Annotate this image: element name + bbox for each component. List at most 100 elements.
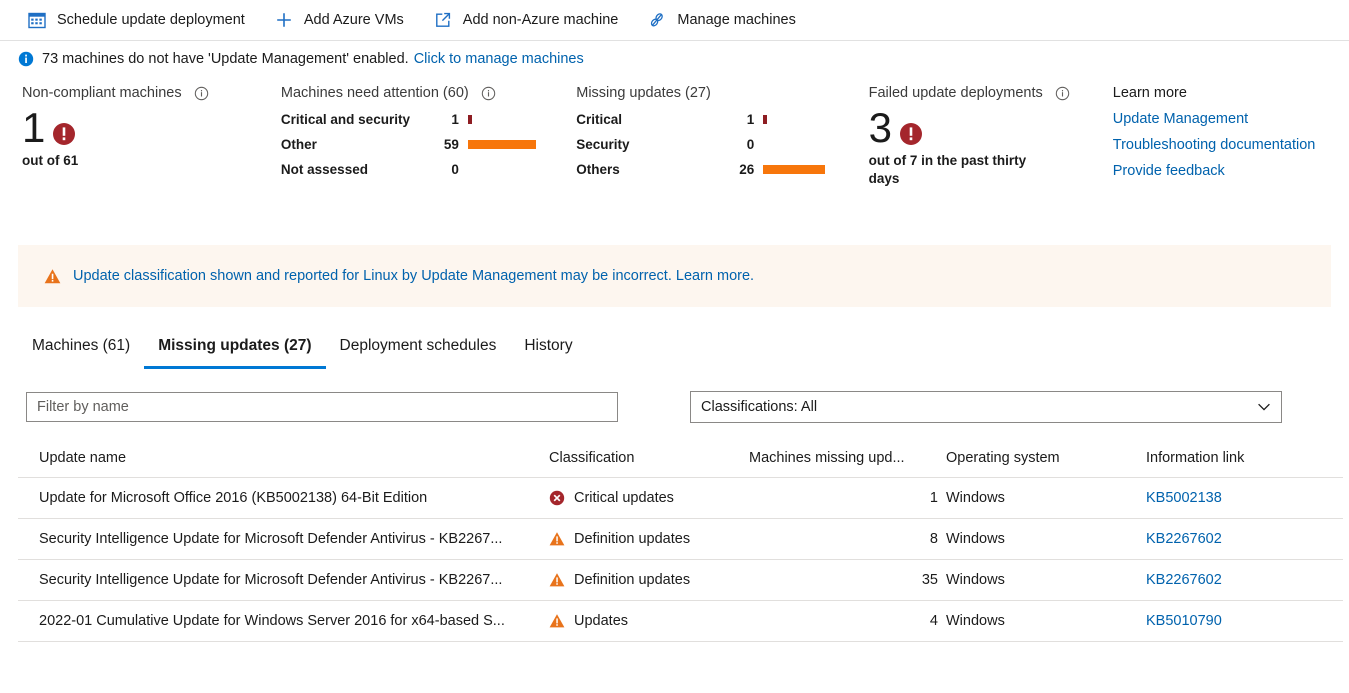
manage-machines-button[interactable]: Manage machines	[642, 4, 808, 36]
cell-update-name: Update for Microsoft Office 2016 (KB5002…	[18, 477, 549, 519]
failed-deployments-value-row: 3	[869, 107, 1113, 149]
metric-row: Security 0	[576, 132, 868, 157]
cell-classification: Updates	[549, 600, 749, 642]
info-circle-icon[interactable]	[194, 86, 209, 101]
missing-updates-table: Update name Classification Machines miss…	[18, 450, 1343, 642]
tile-learn-more: Learn more Update Management Troubleshoo…	[1113, 85, 1349, 223]
missing-updates-title-text: Missing updates (27)	[576, 85, 711, 101]
summary-tiles: Non-compliant machines 1 out of 61 Machi…	[0, 73, 1349, 223]
add-non-azure-machine-button[interactable]: Add non-Azure machine	[428, 4, 631, 36]
learn-more-link-provide-feedback[interactable]: Provide feedback	[1113, 163, 1349, 179]
content-tabs: Machines (61) Missing updates (27) Deplo…	[0, 307, 1349, 369]
cell-machines-missing: 1	[749, 477, 946, 519]
add-azure-vms-button[interactable]: Add Azure VMs	[269, 4, 416, 36]
cell-machines-missing: 8	[749, 518, 946, 560]
schedule-update-deployment-label: Schedule update deployment	[57, 12, 245, 28]
metric-row: Critical and security 1	[281, 107, 576, 132]
metric-bar	[467, 115, 472, 124]
tab-history[interactable]: History	[510, 337, 586, 369]
cell-operating-system: Windows	[946, 518, 1146, 560]
classification-label: Critical updates	[574, 490, 674, 506]
cell-information-link: KB2267602	[1146, 518, 1343, 560]
classification-label: Updates	[574, 613, 629, 629]
column-header-machines-missing-updates[interactable]: Machines missing upd...	[749, 450, 946, 478]
kb-link[interactable]: KB2267602	[1146, 531, 1222, 547]
error-badge-icon	[52, 122, 76, 146]
tile-machines-need-attention: Machines need attention (60) Critical an…	[281, 85, 576, 223]
failed-deployments-title-text: Failed update deployments	[868, 85, 1043, 101]
tab-missing-updates[interactable]: Missing updates (27)	[144, 337, 326, 369]
metric-bar	[467, 140, 536, 149]
column-header-information-link[interactable]: Information link	[1146, 450, 1343, 478]
cell-machines-missing: 35	[749, 559, 946, 601]
classification-label: Definition updates	[574, 572, 691, 588]
tile-missing-updates: Missing updates (27) Critical 1 Security…	[576, 85, 868, 223]
metric-value: 1	[451, 112, 459, 127]
add-azure-vms-label: Add Azure VMs	[303, 12, 404, 28]
cell-information-link: KB5010790	[1146, 600, 1343, 642]
classifications-select[interactable]: Classifications: All	[690, 391, 1282, 423]
chevron-down-icon	[1256, 399, 1272, 415]
table-header-row: Update name Classification Machines miss…	[18, 450, 1343, 478]
column-header-classification[interactable]: Classification	[549, 450, 749, 478]
missing-updates-table-wrapper: Update name Classification Machines miss…	[0, 423, 1349, 642]
info-strip: 73 machines do not have 'Update Manageme…	[0, 41, 1349, 73]
metric-label: Critical and security	[280, 112, 410, 127]
tile-non-compliant-machines: Non-compliant machines 1 out of 61	[22, 85, 281, 223]
error-badge-icon	[899, 122, 923, 146]
metric-bar	[763, 165, 826, 174]
learn-more-title: Learn more	[1112, 85, 1187, 101]
metric-label: Not assessed	[280, 162, 368, 177]
learn-more-link-update-management[interactable]: Update Management	[1113, 111, 1349, 127]
metric-value: 59	[443, 137, 459, 152]
metric-row: Others 26	[576, 157, 868, 182]
warning-triangle-icon	[549, 613, 565, 629]
filter-by-name-input[interactable]	[26, 392, 618, 422]
metric-label: Security	[576, 137, 630, 152]
cell-information-link: KB5002138	[1146, 477, 1343, 519]
tab-deployment-schedules[interactable]: Deployment schedules	[326, 337, 511, 369]
kb-link[interactable]: KB5010790	[1146, 613, 1222, 629]
column-header-update-name[interactable]: Update name	[18, 450, 549, 478]
tile-title: Non-compliant machines	[22, 85, 281, 101]
tile-title: Machines need attention (60)	[281, 85, 576, 101]
cell-classification: Definition updates	[549, 559, 749, 601]
kb-link[interactable]: KB2267602	[1146, 572, 1222, 588]
needs-attention-title-text: Machines need attention (60)	[280, 85, 469, 101]
filter-row: Classifications: All	[0, 369, 1349, 423]
classification-label: Definition updates	[574, 531, 691, 547]
metric-label: Others	[576, 162, 620, 177]
info-circle-icon[interactable]	[1055, 86, 1070, 101]
metric-value: 26	[739, 162, 755, 177]
table-row[interactable]: 2022-01 Cumulative Update for Windows Se…	[18, 600, 1343, 642]
info-icon	[18, 51, 34, 67]
non-compliant-subtext: out of 61	[22, 153, 79, 168]
cell-update-name: Security Intelligence Update for Microso…	[18, 518, 549, 560]
learn-more-link-troubleshooting-documentation[interactable]: Troubleshooting documentation	[1113, 137, 1349, 153]
table-row[interactable]: Update for Microsoft Office 2016 (KB5002…	[18, 477, 1343, 519]
metric-label: Other	[280, 137, 317, 152]
metric-label: Critical	[576, 112, 623, 127]
metric-value: 1	[746, 112, 755, 127]
linux-classification-warning-banner: Update classification shown and reported…	[18, 245, 1331, 307]
manage-machines-label: Manage machines	[677, 12, 796, 28]
cell-operating-system: Windows	[946, 600, 1146, 642]
calendar-icon	[26, 9, 48, 31]
critical-error-icon	[549, 490, 565, 506]
plug-connector-icon	[646, 9, 668, 31]
warning-triangle-icon	[44, 268, 61, 285]
warning-banner-text[interactable]: Update classification shown and reported…	[73, 268, 754, 284]
tile-failed-update-deployments: Failed update deployments 3 out of 7 in …	[869, 85, 1113, 223]
cell-operating-system: Windows	[946, 477, 1146, 519]
table-row[interactable]: Security Intelligence Update for Microso…	[18, 518, 1343, 560]
table-row[interactable]: Security Intelligence Update for Microso…	[18, 559, 1343, 601]
column-header-operating-system[interactable]: Operating system	[946, 450, 1146, 478]
manage-machines-link[interactable]: Click to manage machines	[414, 51, 584, 67]
command-bar: Schedule update deployment Add Azure VMs…	[0, 0, 1349, 41]
info-circle-icon[interactable]	[481, 86, 496, 101]
schedule-update-deployment-button[interactable]: Schedule update deployment	[22, 4, 257, 36]
kb-link[interactable]: KB5002138	[1146, 490, 1222, 506]
metric-bar	[763, 115, 768, 124]
tab-machines[interactable]: Machines (61)	[22, 337, 144, 369]
failed-deployments-value: 3	[868, 104, 892, 151]
